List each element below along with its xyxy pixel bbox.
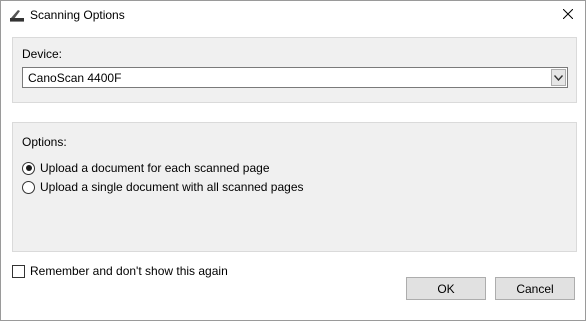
option-label: Upload a document for each scanned page	[40, 161, 270, 175]
title-bar[interactable]: Scanning Options	[1, 1, 585, 31]
option-upload-single-document[interactable]: Upload a single document with all scanne…	[22, 180, 304, 194]
option-label: Upload a single document with all scanne…	[40, 180, 304, 194]
device-select-value: CanoScan 4400F	[28, 71, 122, 85]
device-select[interactable]: CanoScan 4400F	[22, 67, 568, 88]
remember-choice[interactable]: Remember and don't show this again	[12, 264, 228, 278]
radio-button-checked[interactable]	[22, 161, 35, 175]
device-label: Device:	[22, 47, 63, 61]
remember-label: Remember and don't show this again	[30, 264, 228, 278]
scanner-icon	[9, 7, 25, 23]
remember-checkbox[interactable]	[12, 264, 25, 278]
close-icon	[562, 8, 574, 22]
radio-button[interactable]	[22, 180, 35, 194]
close-button[interactable]	[551, 1, 585, 29]
cancel-button[interactable]: Cancel	[495, 277, 575, 300]
options-group: Options: Upload a document for each scan…	[12, 122, 577, 252]
option-upload-each-page[interactable]: Upload a document for each scanned page	[22, 161, 270, 175]
device-group: Device: CanoScan 4400F	[12, 37, 577, 103]
chevron-down-icon[interactable]	[551, 69, 566, 86]
window-title: Scanning Options	[30, 8, 125, 22]
ok-button[interactable]: OK	[406, 277, 486, 300]
scanning-options-dialog: Scanning Options Device: CanoScan 4400F …	[0, 0, 586, 321]
options-label: Options:	[22, 135, 67, 149]
